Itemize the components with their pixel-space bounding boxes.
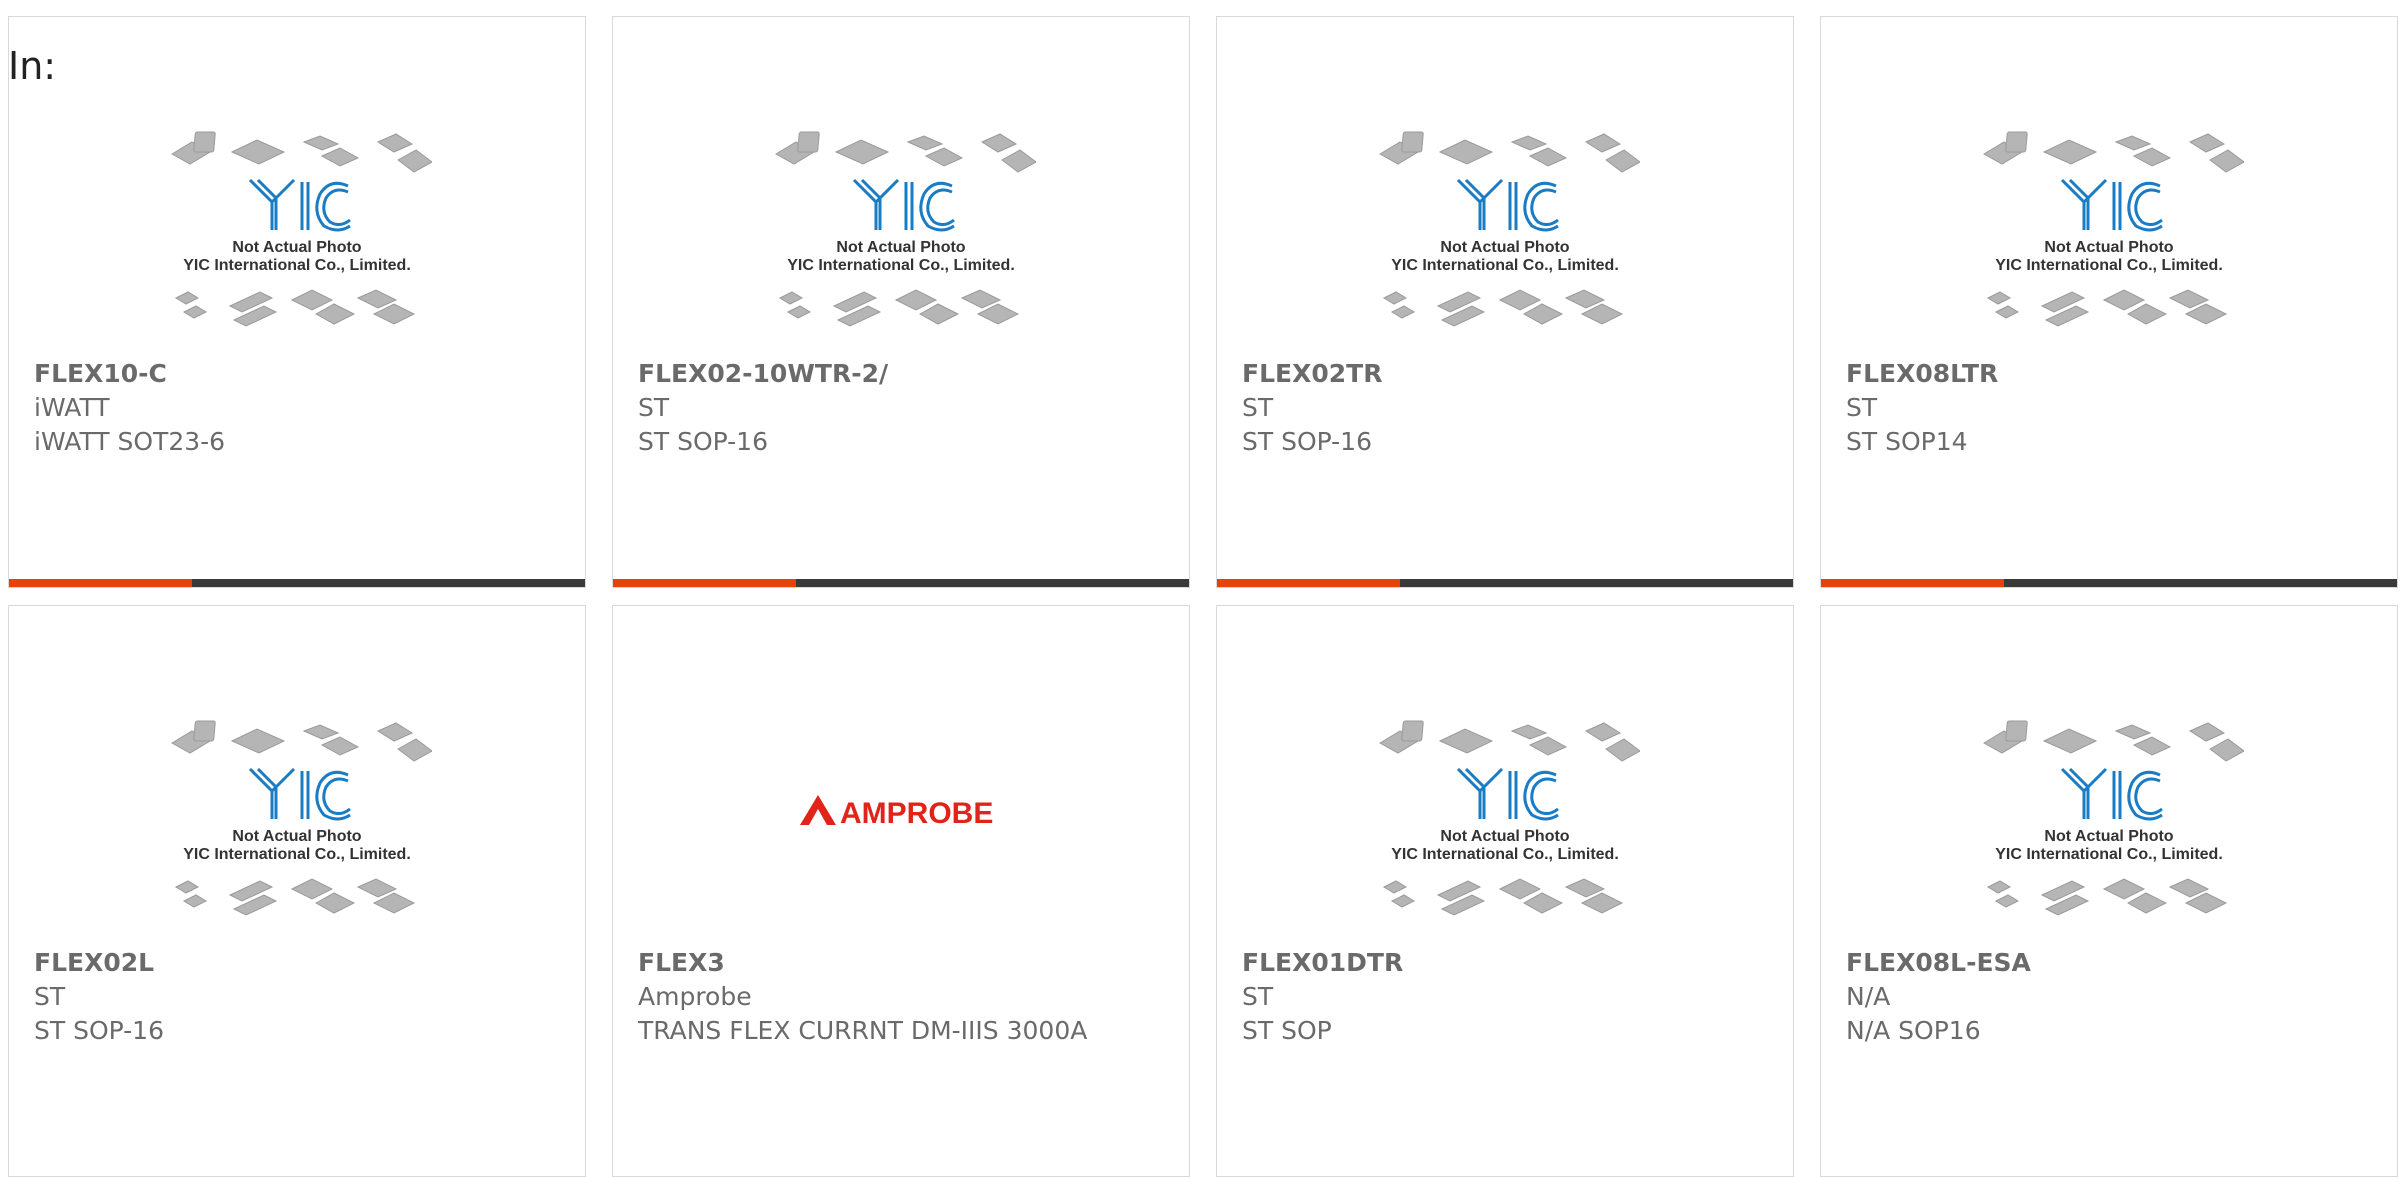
- placeholder-line1: Not Actual Photo: [1440, 828, 1569, 845]
- card-bottom-bar: [613, 579, 1189, 587]
- placeholder-line1: Not Actual Photo: [2044, 828, 2173, 845]
- card-bottom-bar: [1217, 579, 1793, 587]
- product-card[interactable]: Not Actual Photo YIC International Co., …: [1820, 605, 2398, 1177]
- placeholder-line1: Not Actual Photo: [1440, 239, 1569, 256]
- part-number-link[interactable]: FLEX02L: [34, 946, 565, 980]
- manufacturer: ST: [1242, 393, 1274, 422]
- product-card[interactable]: AMPROBE FLEX3 Amprobe TRANS FLEX CURRNT DM-…: [612, 605, 1190, 1177]
- product-card[interactable]: Not Actual Photo YIC International Co., …: [612, 16, 1190, 588]
- card-accent-bar: [9, 579, 192, 587]
- product-placeholder-image[interactable]: Not Actual Photo YIC International Co., …: [1217, 688, 1793, 934]
- product-description: ST SOP: [1242, 1016, 1332, 1045]
- product-description: ST SOP-16: [638, 427, 768, 456]
- product-description: ST SOP-16: [34, 1016, 164, 1045]
- part-number-link[interactable]: FLEX08L-ESA: [1846, 946, 2377, 980]
- manufacturer: ST: [34, 982, 66, 1011]
- product-placeholder-image[interactable]: Not Actual Photo YIC International Co., …: [9, 688, 585, 934]
- product-description: ST SOP-16: [1242, 427, 1372, 456]
- amprobe-logo-image[interactable]: AMPROBE: [613, 688, 1189, 934]
- placeholder-line2: YIC International Co., Limited.: [1995, 846, 2223, 863]
- product-card[interactable]: Not Actual Photo YIC International Co., …: [8, 16, 586, 588]
- product-info: FLEX02-10WTR-2/ST ST SOP-16: [638, 357, 1169, 459]
- part-number-link[interactable]: FLEX02TR: [1242, 357, 1773, 391]
- product-placeholder-image[interactable]: Not Actual Photo YIC International Co., …: [1821, 688, 2397, 934]
- placeholder-line1: Not Actual Photo: [232, 239, 361, 256]
- part-number-link[interactable]: FLEX10-C: [34, 357, 565, 391]
- product-info: FLEX01DTR ST ST SOP: [1242, 946, 1773, 1048]
- product-description: ST SOP14: [1846, 427, 1968, 456]
- part-number-link[interactable]: FLEX01DTR: [1242, 946, 1773, 980]
- part-number-link[interactable]: FLEX3: [638, 946, 1169, 980]
- product-info: FLEX08LTR ST ST SOP14: [1846, 357, 2377, 459]
- placeholder-line2: YIC International Co., Limited.: [1391, 257, 1619, 274]
- manufacturer: ST: [1242, 982, 1274, 1011]
- product-card[interactable]: Not Actual Photo YIC International Co., …: [1820, 16, 2398, 588]
- card-accent-bar: [613, 579, 796, 587]
- card-accent-bar: [1821, 579, 2004, 587]
- placeholder-line1: Not Actual Photo: [836, 239, 965, 256]
- part-number-link[interactable]: FLEX08LTR: [1846, 357, 2377, 391]
- product-placeholder-image[interactable]: Not Actual Photo YIC International Co., …: [1217, 99, 1793, 345]
- placeholder-line2: YIC International Co., Limited.: [183, 257, 411, 274]
- product-info: FLEX10-C iWATT iWATT SOT23-6: [34, 357, 565, 459]
- product-placeholder-image[interactable]: Not Actual Photo YIC International Co., …: [613, 99, 1189, 345]
- product-info: FLEX02TR ST ST SOP-16: [1242, 357, 1773, 459]
- product-description: TRANS FLEX CURRNT DM-IIIS 3000A: [638, 1016, 1088, 1045]
- manufacturer: ST: [638, 393, 670, 422]
- placeholder-line2: YIC International Co., Limited.: [1995, 257, 2223, 274]
- product-placeholder-image[interactable]: Not Actual Photo YIC International Co., …: [9, 99, 585, 345]
- product-info: FLEX3 Amprobe TRANS FLEX CURRNT DM-IIIS 30…: [638, 946, 1169, 1048]
- product-card[interactable]: Not Actual Photo YIC International Co., …: [1216, 605, 1794, 1177]
- card-accent-bar: [1217, 579, 1400, 587]
- placeholder-line2: YIC International Co., Limited.: [1391, 846, 1619, 863]
- placeholder-line1: Not Actual Photo: [232, 828, 361, 845]
- product-info: FLEX08L-ESA N/A N/A SOP16: [1846, 946, 2377, 1048]
- manufacturer: ST: [1846, 393, 1878, 422]
- product-card[interactable]: Not Actual Photo YIC International Co., …: [1216, 16, 1794, 588]
- manufacturer: N/A: [1846, 982, 1891, 1011]
- product-description: iWATT SOT23-6: [34, 427, 226, 456]
- amprobe-logo-text: AMPROBE: [840, 797, 993, 830]
- card-bottom-bar: [1821, 579, 2397, 587]
- placeholder-line2: YIC International Co., Limited.: [183, 846, 411, 863]
- manufacturer: iWATT: [34, 393, 110, 422]
- part-number-link[interactable]: FLEX02-10WTR-2/: [638, 357, 1169, 391]
- placeholder-line1: Not Actual Photo: [2044, 239, 2173, 256]
- product-card[interactable]: Not Actual Photo YIC International Co., …: [8, 605, 586, 1177]
- product-description: N/A SOP16: [1846, 1016, 1981, 1045]
- placeholder-line2: YIC International Co., Limited.: [787, 257, 1015, 274]
- filter-label: In:: [8, 44, 57, 88]
- product-placeholder-image[interactable]: Not Actual Photo YIC International Co., …: [1821, 99, 2397, 345]
- card-bottom-bar: [9, 579, 585, 587]
- product-info: FLEX02L ST ST SOP-16: [34, 946, 565, 1048]
- manufacturer: Amprobe: [638, 982, 752, 1011]
